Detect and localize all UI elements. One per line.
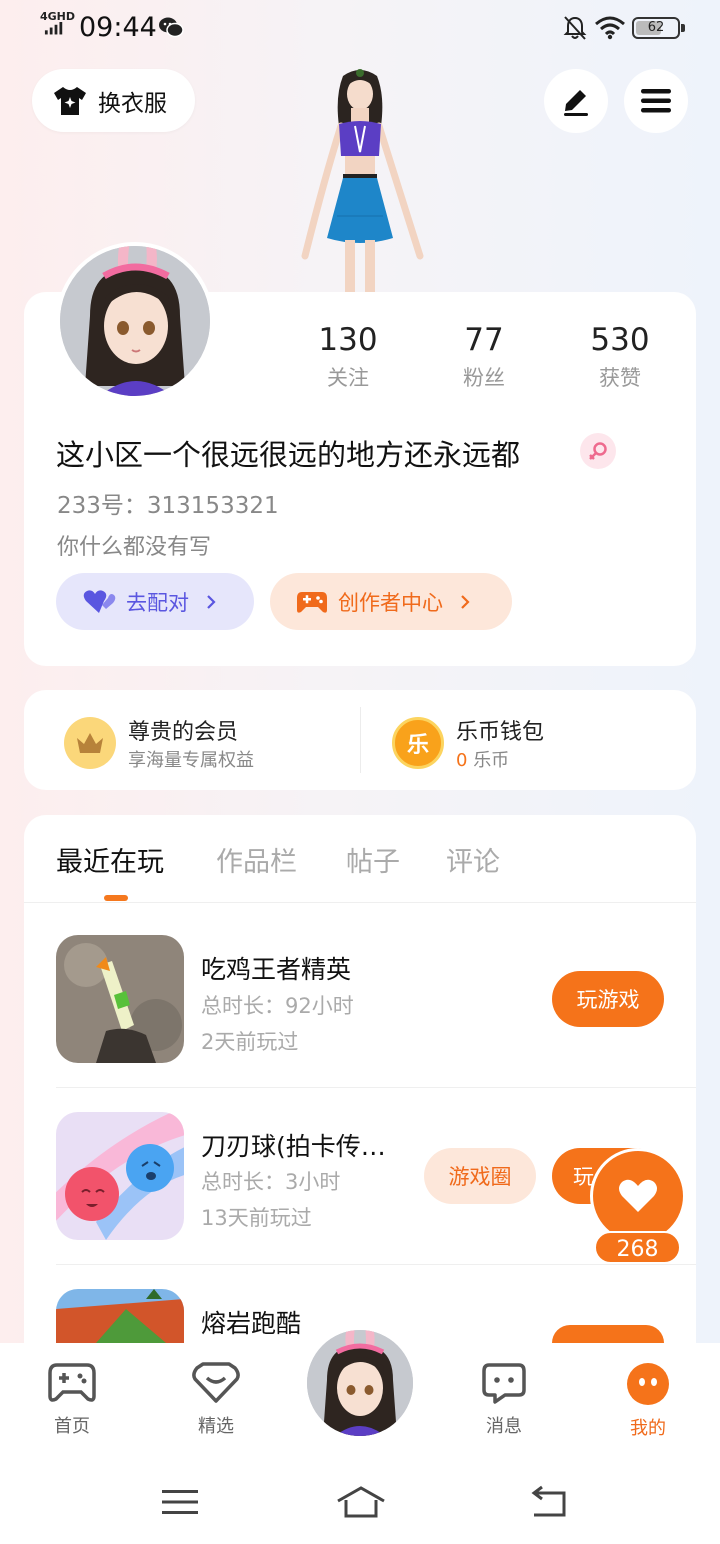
followers-count: 77	[464, 322, 504, 358]
member-title: 尊贵的会员	[128, 720, 239, 745]
coin-icon: 乐	[392, 717, 444, 769]
game-title: 吃鸡王者精英	[201, 955, 352, 984]
chevron-right-icon	[207, 594, 216, 609]
gender-badge	[580, 433, 616, 469]
tab-recent-played[interactable]: 最近在玩	[56, 840, 164, 879]
mute-bell-icon	[563, 16, 587, 40]
chevron-right-icon	[461, 594, 470, 609]
wechat-icon	[159, 17, 184, 38]
avatar-character-figure[interactable]	[285, 66, 435, 294]
creator-center-button[interactable]: 创作者中心	[270, 573, 512, 630]
edit-profile-button[interactable]	[544, 69, 608, 133]
hamburger-menu-icon	[641, 89, 671, 113]
nav-messages[interactable]: 消息	[454, 1362, 554, 1438]
followers-label: 粉丝	[463, 366, 505, 390]
edit-pen-icon	[564, 90, 588, 116]
wallet-entry[interactable]: 乐 乐币钱包 0 乐币	[392, 714, 544, 772]
bio: 你什么都没有写	[57, 535, 212, 560]
game-duration: 总时长：3小时	[201, 1170, 341, 1194]
game-thumbnail[interactable]	[56, 1289, 184, 1343]
nav-me[interactable]: 我的	[598, 1362, 698, 1440]
game-thumbnail[interactable]	[56, 1112, 184, 1240]
pair-label: 去配对	[126, 590, 189, 615]
clock: 09:44	[79, 12, 157, 43]
wallet-unit: 乐币	[473, 750, 510, 771]
wifi-icon	[595, 16, 625, 40]
home-icon[interactable]	[336, 1485, 386, 1519]
nav-featured-label: 精选	[198, 1416, 234, 1437]
double-heart-icon	[83, 589, 116, 613]
stat-likes[interactable]: 530 获赞	[560, 322, 680, 392]
battery-tip	[681, 24, 685, 32]
status-bar: 4GHD 09:44 62	[0, 0, 720, 56]
likes-count: 530	[590, 322, 650, 358]
gamepad-icon	[297, 591, 327, 613]
coin-glyph: 乐	[406, 733, 429, 758]
game-thumbnail[interactable]	[56, 935, 184, 1063]
chat-bubble-icon	[482, 1363, 526, 1404]
creator-center-label: 创作者中心	[338, 590, 443, 615]
female-symbol-icon	[589, 442, 607, 460]
game-title: 刀刃球(拍卡传…	[201, 1132, 386, 1161]
play-game-button[interactable]: 玩游戏	[552, 971, 664, 1027]
center-avatar-button[interactable]	[304, 1327, 416, 1439]
battery-percent: 62	[647, 20, 665, 35]
tab-works[interactable]: 作品栏	[216, 840, 297, 879]
like-count: 268	[594, 1231, 681, 1264]
nav-messages-label: 消息	[486, 1416, 522, 1437]
back-icon[interactable]	[528, 1485, 568, 1519]
wallet-amount: 0	[456, 750, 468, 771]
battery-indicator: 62	[632, 17, 680, 39]
stat-followers[interactable]: 77 粉丝	[424, 322, 544, 392]
game-last-played: 2天前玩过	[201, 1030, 299, 1054]
like-button[interactable]	[590, 1148, 686, 1244]
nav-home[interactable]: 首页	[22, 1362, 122, 1438]
tab-posts[interactable]: 帖子	[346, 840, 400, 879]
nickname: 这小区一个很远很远的地方还永远都	[56, 438, 521, 472]
nav-featured[interactable]: 精选	[166, 1362, 266, 1438]
change-outfit-button[interactable]: 换衣服	[32, 69, 195, 132]
pair-button[interactable]: 去配对	[56, 573, 254, 630]
tshirt-sparkle-icon	[54, 86, 86, 115]
change-outfit-label: 换衣服	[98, 90, 167, 117]
nav-me-label: 我的	[630, 1418, 666, 1439]
avatar-image	[60, 246, 210, 396]
card-divider	[360, 707, 361, 773]
game-duration: 总时长：92小时	[201, 994, 354, 1018]
member-entry[interactable]: 尊贵的会员 享海量专属权益	[64, 714, 254, 772]
user-id: 233号：313153321	[57, 493, 279, 519]
system-nav-bar	[0, 1463, 720, 1544]
wallet-balance: 0 乐币	[456, 746, 544, 772]
tab-comments[interactable]: 评论	[446, 840, 500, 879]
crown-icon	[64, 717, 116, 769]
tabs-divider	[24, 902, 696, 903]
nav-home-label: 首页	[54, 1416, 90, 1437]
wallet-title: 乐币钱包	[456, 720, 545, 745]
stat-following[interactable]: 130 关注	[288, 322, 408, 392]
signal-icon	[44, 22, 63, 35]
game-title: 熔岩跑酷	[201, 1309, 302, 1338]
menu-button[interactable]	[624, 69, 688, 133]
likes-label: 获赞	[599, 366, 641, 390]
following-count: 130	[318, 322, 378, 358]
gamepad-icon	[48, 1363, 96, 1402]
heart-diamond-icon	[192, 1362, 240, 1403]
avatar[interactable]	[56, 242, 214, 400]
game-last-played: 13天前玩过	[201, 1206, 312, 1230]
recent-apps-icon[interactable]	[162, 1488, 198, 1516]
row-divider	[56, 1087, 696, 1088]
game-circle-button[interactable]: 游戏圈	[424, 1148, 536, 1204]
heart-icon	[619, 1179, 657, 1212]
member-subtitle: 享海量专属权益	[128, 750, 254, 771]
tab-indicator	[104, 895, 128, 901]
play-game-button-partial[interactable]	[552, 1325, 664, 1343]
following-label: 关注	[327, 366, 369, 390]
profile-face-icon	[627, 1363, 669, 1405]
row-divider	[56, 1264, 696, 1265]
